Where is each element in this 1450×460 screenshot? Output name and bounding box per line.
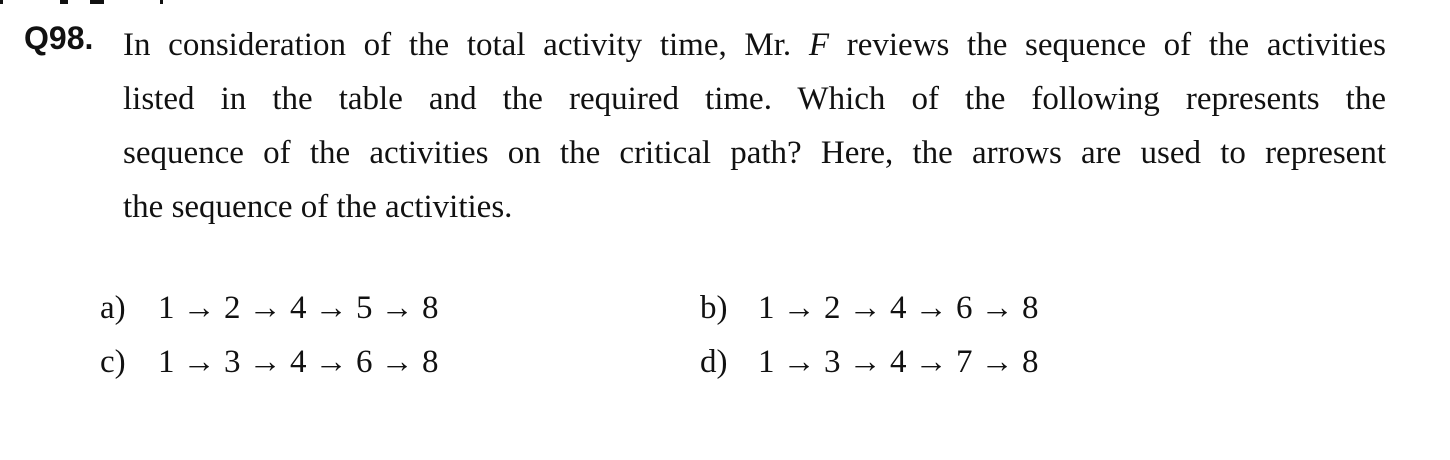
option-letter: c) <box>100 344 126 380</box>
option-c[interactable]: c) 1 → 3 → 4 → 6 → 8 <box>100 342 439 382</box>
option-letter: a) <box>100 290 126 326</box>
option-a[interactable]: a) 1 → 2 → 4 → 5 → 8 <box>100 288 439 328</box>
question-text: In consideration of the total activity t… <box>123 18 1386 234</box>
option-letter: b) <box>700 290 728 326</box>
option-sequence: 1 → 3 → 4 → 6 → 8 <box>158 344 439 380</box>
cropped-text-fragment <box>0 0 163 4</box>
option-b[interactable]: b) 1 → 2 → 4 → 6 → 8 <box>700 288 1039 328</box>
option-sequence: 1 → 2 → 4 → 5 → 8 <box>158 290 439 326</box>
question-line: In consideration of the total activity t… <box>123 27 1386 63</box>
option-letter: d) <box>700 344 728 380</box>
question-number: Q98. <box>24 20 94 56</box>
question-line: the sequence of the activities. <box>123 189 513 225</box>
option-sequence: 1 → 3 → 4 → 7 → 8 <box>758 344 1039 380</box>
question-line: sequence of the activities on the critic… <box>123 135 1386 171</box>
question-line: listed in the table and the required tim… <box>123 81 1386 117</box>
option-d[interactable]: d) 1 → 3 → 4 → 7 → 8 <box>700 342 1039 382</box>
option-sequence: 1 → 2 → 4 → 6 → 8 <box>758 290 1039 326</box>
